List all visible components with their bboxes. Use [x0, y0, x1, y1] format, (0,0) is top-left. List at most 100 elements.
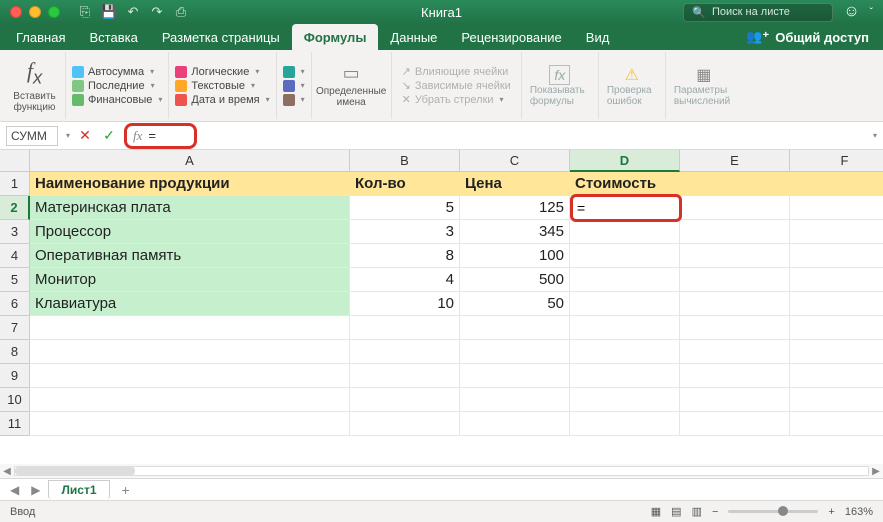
- redo-icon[interactable]: ↷: [148, 3, 166, 21]
- math-button[interactable]: ▾: [283, 80, 305, 92]
- zoom-slider[interactable]: [728, 510, 818, 513]
- cell[interactable]: [460, 388, 570, 412]
- zoom-slider-thumb[interactable]: [778, 506, 788, 516]
- cell[interactable]: [30, 316, 350, 340]
- cell-d4[interactable]: [570, 244, 680, 268]
- cell[interactable]: [790, 340, 883, 364]
- tab-home[interactable]: Главная: [4, 24, 77, 50]
- cell-e1[interactable]: [680, 172, 790, 196]
- cell-d3[interactable]: [570, 220, 680, 244]
- row-header-1[interactable]: 1: [0, 172, 30, 196]
- tab-layout[interactable]: Разметка страницы: [150, 24, 292, 50]
- formula-input[interactable]: =: [148, 128, 188, 143]
- cell[interactable]: [680, 340, 790, 364]
- cell-b4[interactable]: 8: [350, 244, 460, 268]
- row-header-4[interactable]: 4: [0, 244, 30, 268]
- col-header-a[interactable]: A: [30, 150, 350, 172]
- cell-a4[interactable]: Оперативная память: [30, 244, 350, 268]
- row-header-7[interactable]: 7: [0, 316, 30, 340]
- cell[interactable]: [350, 412, 460, 436]
- scroll-left-icon[interactable]: ◀: [0, 466, 14, 477]
- cell-e3[interactable]: [680, 220, 790, 244]
- show-formulas-button[interactable]: fx Показывать формулы: [522, 52, 599, 119]
- close-icon[interactable]: [10, 6, 22, 18]
- cell[interactable]: [460, 412, 570, 436]
- name-box[interactable]: СУММ: [6, 126, 58, 146]
- cell[interactable]: [790, 316, 883, 340]
- cell-c4[interactable]: 100: [460, 244, 570, 268]
- insert-function-button[interactable]: fx Вставить функцию: [4, 52, 66, 119]
- cell-b6[interactable]: 10: [350, 292, 460, 316]
- remove-arrows-button[interactable]: ✕Убрать стрелки▾: [402, 93, 511, 106]
- cell-f4[interactable]: [790, 244, 883, 268]
- cell-a5[interactable]: Монитор: [30, 268, 350, 292]
- cell-e6[interactable]: [680, 292, 790, 316]
- cell-b1[interactable]: Кол-во: [350, 172, 460, 196]
- tab-insert[interactable]: Вставка: [77, 24, 149, 50]
- minimize-icon[interactable]: [29, 6, 41, 18]
- tab-data[interactable]: Данные: [378, 24, 449, 50]
- zoom-in-button[interactable]: +: [828, 506, 834, 518]
- cell[interactable]: [30, 340, 350, 364]
- cell[interactable]: [570, 364, 680, 388]
- calc-options-button[interactable]: ▦ Параметры вычислений: [666, 52, 742, 119]
- sheet-nav-next-icon[interactable]: ▶: [27, 483, 44, 497]
- col-header-b[interactable]: B: [350, 150, 460, 172]
- row-header-6[interactable]: 6: [0, 292, 30, 316]
- tab-review[interactable]: Рецензирование: [449, 24, 573, 50]
- account-icon[interactable]: ☺: [843, 3, 859, 21]
- cell[interactable]: [680, 364, 790, 388]
- cell[interactable]: [460, 316, 570, 340]
- view-normal-icon[interactable]: ▦: [651, 505, 661, 518]
- cell-f5[interactable]: [790, 268, 883, 292]
- cell-b3[interactable]: 3: [350, 220, 460, 244]
- more-button[interactable]: ▾: [283, 94, 305, 106]
- cell-f1[interactable]: [790, 172, 883, 196]
- lookup-button[interactable]: ▾: [283, 66, 305, 78]
- recent-button[interactable]: Последние▾: [72, 80, 162, 92]
- financial-button[interactable]: Финансовые▾: [72, 94, 162, 106]
- view-page-icon[interactable]: ▤: [671, 505, 681, 518]
- expand-formula-bar-icon[interactable]: ▾: [873, 131, 877, 140]
- cell[interactable]: [570, 340, 680, 364]
- cell[interactable]: [30, 412, 350, 436]
- cell-a2[interactable]: Материнская плата: [30, 196, 350, 220]
- horizontal-scrollbar[interactable]: ◀ ▶: [0, 464, 883, 478]
- row-header-5[interactable]: 5: [0, 268, 30, 292]
- logical-button[interactable]: Логические▾: [175, 66, 269, 78]
- cell-c1[interactable]: Цена: [460, 172, 570, 196]
- namebox-dropdown-icon[interactable]: ▾: [66, 131, 70, 140]
- cell-e5[interactable]: [680, 268, 790, 292]
- datetime-button[interactable]: Дата и время▾: [175, 94, 269, 106]
- cell[interactable]: [680, 412, 790, 436]
- cell-c3[interactable]: 345: [460, 220, 570, 244]
- print-icon[interactable]: ⎙: [172, 3, 190, 21]
- zoom-value[interactable]: 163%: [845, 506, 873, 518]
- col-header-c[interactable]: C: [460, 150, 570, 172]
- scroll-thumb[interactable]: [15, 467, 135, 475]
- error-check-button[interactable]: ⚠ Проверка ошибок: [599, 52, 666, 119]
- cell[interactable]: [30, 388, 350, 412]
- cell-c6[interactable]: 50: [460, 292, 570, 316]
- cell-e4[interactable]: [680, 244, 790, 268]
- select-all-button[interactable]: [0, 150, 30, 172]
- sheet-nav-prev-icon[interactable]: ◀: [6, 483, 23, 497]
- cell[interactable]: [790, 412, 883, 436]
- autosave-icon[interactable]: ⎘: [76, 3, 94, 21]
- col-header-e[interactable]: E: [680, 150, 790, 172]
- sheet-tab[interactable]: Лист1: [48, 480, 109, 499]
- cell[interactable]: [680, 316, 790, 340]
- row-header-2[interactable]: 2: [0, 196, 30, 220]
- save-icon[interactable]: 💾: [100, 3, 118, 21]
- trace-precedents-button[interactable]: ↗Влияющие ячейки: [402, 65, 511, 78]
- cell[interactable]: [570, 388, 680, 412]
- autosum-button[interactable]: Автосумма▾: [72, 66, 162, 78]
- cell[interactable]: [460, 364, 570, 388]
- cell-f3[interactable]: [790, 220, 883, 244]
- row-header-11[interactable]: 11: [0, 412, 30, 436]
- cell[interactable]: [680, 388, 790, 412]
- tab-formulas[interactable]: Формулы: [292, 24, 379, 50]
- enter-formula-button[interactable]: ✓: [100, 127, 118, 144]
- cell[interactable]: [790, 388, 883, 412]
- cell-c5[interactable]: 500: [460, 268, 570, 292]
